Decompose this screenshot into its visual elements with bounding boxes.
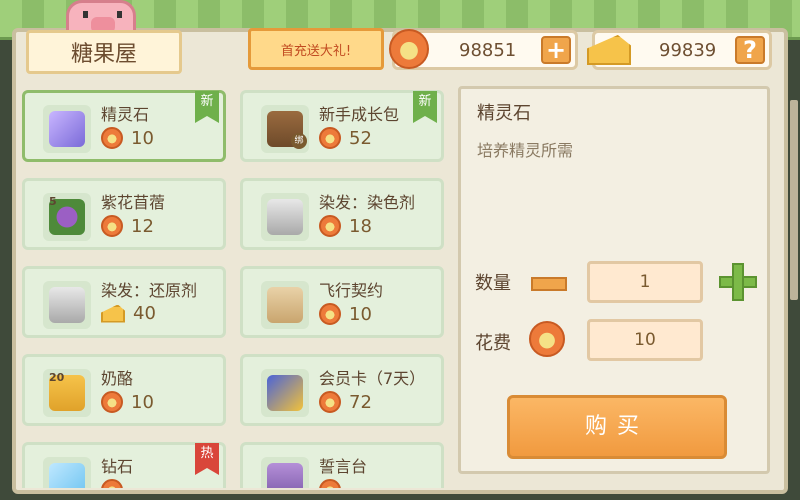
gem-coin-icon <box>319 391 341 413</box>
gem-coin-icon <box>101 127 123 149</box>
item-card[interactable]: 钻石 热 <box>22 442 226 488</box>
item-name: 誓言台 <box>319 457 368 476</box>
flower-icon: 5 <box>43 193 91 241</box>
item-price: 52 <box>319 127 372 149</box>
item-price-value: 40 <box>133 303 156 324</box>
item-price: 10 <box>101 391 154 413</box>
item-grid[interactable]: 精灵石 10 新绑新手成长包 52 新 5 紫花苜蓿 12 染发：染色剂 18 染发：还原剂 40 飞行… <box>22 90 446 488</box>
scroll-icon <box>261 281 309 329</box>
decrease-quantity-button[interactable] <box>531 277 567 291</box>
increase-quantity-button[interactable] <box>719 263 757 301</box>
backpack-icon: 绑 <box>261 105 309 153</box>
cost-label: 花费 <box>475 333 511 354</box>
gem-coin-icon <box>389 29 429 69</box>
item-name: 飞行契约 <box>319 281 384 300</box>
item-price: 72 <box>319 391 372 413</box>
shop-title: 糖果屋 <box>26 30 182 74</box>
item-price: 10 <box>319 303 372 325</box>
quantity-field[interactable]: 1 <box>587 261 703 303</box>
detail-item-name: 精灵石 <box>477 103 531 124</box>
stack-count: 20 <box>49 371 65 384</box>
scrollbar[interactable] <box>790 100 798 300</box>
item-card[interactable]: 誓言台 <box>240 442 444 488</box>
add-gem-button[interactable]: + <box>541 36 571 64</box>
item-price-value: 18 <box>349 215 372 237</box>
gem-coin-icon <box>101 215 123 237</box>
item-card[interactable]: 染发：还原剂 40 <box>22 266 226 338</box>
item-price-value: 72 <box>349 391 372 413</box>
cheese-coin-icon <box>101 304 125 323</box>
gem-coin-icon <box>319 215 341 237</box>
item-price: 12 <box>101 215 154 237</box>
item-name: 染发：染色剂 <box>319 193 416 212</box>
item-name: 奶酪 <box>101 369 134 388</box>
item-card[interactable]: 会员卡（7天） 72 <box>240 354 444 426</box>
gem-coin-icon <box>101 391 123 413</box>
diamond-icon <box>43 457 91 488</box>
item-price-value: 52 <box>349 127 372 149</box>
item-card[interactable]: 染发：染色剂 18 <box>240 178 444 250</box>
cheese-coin-icon <box>587 35 631 65</box>
item-name: 会员卡（7天） <box>319 369 426 388</box>
detail-item-description: 培养精灵所需 <box>477 141 574 160</box>
cost-value: 10 <box>587 319 703 361</box>
item-detail-panel: 精灵石 培养精灵所需 数量 1 花费 10 购买 <box>458 86 770 474</box>
gem-balance: 98851 + <box>389 29 578 70</box>
item-price-value: 12 <box>131 215 154 237</box>
cost-coin-icon <box>529 321 565 357</box>
item-card[interactable]: 精灵石 10 新 <box>22 90 226 162</box>
buy-button[interactable]: 购买 <box>507 395 727 459</box>
item-card[interactable]: 5 紫花苜蓿 12 <box>22 178 226 250</box>
gem-coin-icon <box>319 127 341 149</box>
item-name: 新手成长包 <box>319 105 400 124</box>
cheese-balance: 99839 ? <box>587 30 772 70</box>
item-price-value: 10 <box>349 303 372 325</box>
cheese-balance-value: 99839 <box>659 40 717 61</box>
cheese-icon: 20 <box>43 369 91 417</box>
item-price: 10 <box>101 127 154 149</box>
item-price <box>101 479 131 488</box>
item-price-value: 10 <box>131 127 154 149</box>
item-name: 钻石 <box>101 457 134 476</box>
item-name: 染发：还原剂 <box>101 281 198 300</box>
vip-card-icon <box>261 369 309 417</box>
gem-balance-value: 98851 <box>459 40 517 61</box>
item-price-value: 10 <box>131 391 154 413</box>
gem-coin-icon <box>319 303 341 325</box>
item-card[interactable]: 飞行契约 10 <box>240 266 444 338</box>
quantity-label: 数量 <box>475 273 511 294</box>
gem-coin-icon <box>319 479 341 488</box>
item-price <box>319 479 349 488</box>
gem-coin-icon <box>101 479 123 488</box>
bottle-icon <box>261 193 309 241</box>
new-badge: 新 <box>413 91 437 123</box>
item-card[interactable]: 绑新手成长包 52 新 <box>240 90 444 162</box>
help-button[interactable]: ? <box>735 36 765 64</box>
item-price: 18 <box>319 215 372 237</box>
item-card[interactable]: 20 奶酪 10 <box>22 354 226 426</box>
hot-badge: 热 <box>195 443 219 475</box>
item-price: 40 <box>101 303 156 324</box>
altar-icon <box>261 457 309 488</box>
bottle-icon <box>43 281 91 329</box>
item-name: 紫花苜蓿 <box>101 193 166 212</box>
bound-tag: 绑 <box>291 133 307 149</box>
gem-icon <box>43 105 91 153</box>
item-name: 精灵石 <box>101 105 150 124</box>
first-recharge-promo-button[interactable]: 首充送大礼! <box>248 28 384 70</box>
stack-count: 5 <box>49 195 57 208</box>
new-badge: 新 <box>195 91 219 123</box>
